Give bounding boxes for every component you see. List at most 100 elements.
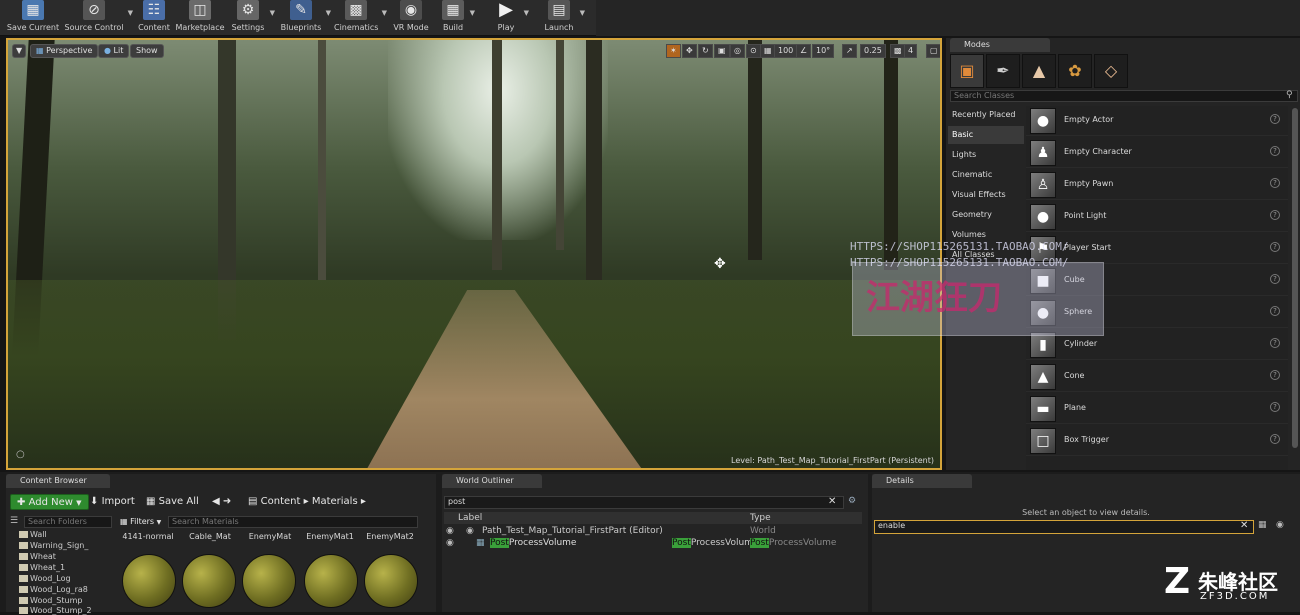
tab-content-browser[interactable]: Content Browser bbox=[6, 474, 110, 488]
viewport-options-button[interactable]: ▼ bbox=[12, 44, 27, 58]
actor-box-trigger[interactable]: □ Box Trigger? bbox=[1026, 426, 1288, 456]
folder-item[interactable]: Wheat_1 bbox=[18, 563, 65, 572]
rotation-snap-value[interactable]: 10° bbox=[812, 44, 835, 58]
camera-speed-value[interactable]: 4 bbox=[904, 44, 918, 58]
grid-snap-value[interactable]: 100 bbox=[774, 44, 798, 58]
search-classes-input[interactable]: Search Classes bbox=[950, 90, 1298, 102]
visibility-options-icon[interactable]: ◉ bbox=[1276, 520, 1284, 530]
save-current-button[interactable]: ▦ Save Current bbox=[6, 0, 60, 34]
vr-mode-button[interactable]: ◉ VR Mode bbox=[392, 0, 430, 34]
chevron-down-icon[interactable]: ▼ bbox=[382, 9, 387, 17]
nav-back-forward[interactable]: ◀ ➜ bbox=[212, 494, 231, 510]
chevron-down-icon[interactable]: ▼ bbox=[128, 9, 133, 17]
folder-item[interactable]: Wood_Log bbox=[19, 574, 71, 583]
chevron-down-icon[interactable]: ▼ bbox=[580, 9, 585, 17]
geometry-mode-icon[interactable]: ◇ bbox=[1094, 54, 1128, 88]
scale-snap-icon[interactable]: ↗ bbox=[842, 44, 857, 58]
help-icon[interactable]: ? bbox=[1270, 434, 1280, 444]
save-all-button[interactable]: ▦ Save All bbox=[146, 494, 199, 510]
world-local-icon[interactable]: ◎ bbox=[730, 44, 745, 58]
category-visual-effects[interactable]: Visual Effects bbox=[948, 186, 1024, 204]
help-icon[interactable]: ? bbox=[1270, 114, 1280, 124]
actor-list-scrollbar[interactable] bbox=[1292, 108, 1298, 448]
outliner-search-input[interactable]: post bbox=[444, 496, 844, 509]
search-folders-input[interactable]: Search Folders bbox=[24, 516, 112, 528]
breadcrumb-materials[interactable]: Materials bbox=[312, 496, 358, 507]
category-cinematic[interactable]: Cinematic bbox=[948, 166, 1024, 184]
material-thumbnail[interactable] bbox=[304, 554, 358, 608]
build-button[interactable]: ▦ Build ▼ bbox=[440, 0, 475, 34]
rotate-icon[interactable]: ↻ bbox=[698, 44, 713, 58]
outliner-row-postprocess[interactable]: ◉ ▦ PostProcessVolume PostProcessVolume … bbox=[444, 538, 862, 550]
chevron-down-icon[interactable]: ▼ bbox=[270, 9, 275, 17]
help-icon[interactable]: ? bbox=[1270, 242, 1280, 252]
rotation-snap-icon[interactable]: ∠ bbox=[796, 44, 812, 58]
clear-search-icon[interactable]: ✕ bbox=[828, 496, 836, 507]
help-icon[interactable]: ? bbox=[1270, 210, 1280, 220]
translate-icon[interactable]: ✥ bbox=[682, 44, 697, 58]
marketplace-button[interactable]: ◫ Marketplace bbox=[174, 0, 226, 34]
chevron-down-icon[interactable]: ▼ bbox=[326, 9, 331, 17]
folder-item[interactable]: Wood_Stump_2 bbox=[19, 606, 92, 615]
blueprints-button[interactable]: ✎ Blueprints ▼ bbox=[280, 0, 331, 34]
grid-view-icon[interactable]: ▦ bbox=[1258, 520, 1267, 530]
paint-mode-icon[interactable]: ✒ bbox=[986, 54, 1020, 88]
scale-icon[interactable]: ▣ bbox=[714, 44, 730, 58]
help-icon[interactable]: ? bbox=[1270, 146, 1280, 156]
category-lights[interactable]: Lights bbox=[948, 146, 1024, 164]
folder-item[interactable]: Wall bbox=[19, 530, 47, 539]
cinematics-button[interactable]: ▩ Cinematics ▼ bbox=[334, 0, 387, 34]
help-icon[interactable]: ? bbox=[1270, 370, 1280, 380]
eye-icon[interactable]: ◉ bbox=[446, 538, 454, 548]
folder-item[interactable]: Wood_Stump bbox=[18, 596, 82, 605]
play-button[interactable]: ▶ Play ▼ bbox=[492, 0, 529, 34]
place-mode-icon[interactable]: ▣ bbox=[950, 54, 984, 88]
actor-plane[interactable]: ▬ Plane? bbox=[1026, 394, 1288, 424]
actor-point-light[interactable]: ● Point Light? bbox=[1026, 202, 1288, 232]
help-icon[interactable]: ? bbox=[1270, 274, 1280, 284]
source-control-button[interactable]: ⊘ Source Control ▼ bbox=[64, 0, 133, 34]
folder-item[interactable]: Warning_Sign_ bbox=[18, 541, 88, 550]
level-viewport[interactable]: ▼ ▦ Perspective ● Lit Show ✶ ✥ ↻ ▣ ◎ ⊙ ▦… bbox=[6, 38, 942, 470]
tab-world-outliner[interactable]: World Outliner bbox=[442, 474, 542, 488]
content-button[interactable]: ☷ Content bbox=[136, 0, 172, 34]
surface-snap-icon[interactable]: ⊙ bbox=[746, 44, 761, 58]
help-icon[interactable]: ? bbox=[1270, 178, 1280, 188]
breadcrumb-content[interactable]: Content bbox=[261, 496, 301, 507]
actor-empty-character[interactable]: ♟ Empty Character? bbox=[1026, 138, 1288, 168]
category-recently-placed[interactable]: Recently Placed bbox=[948, 106, 1024, 124]
folder-item[interactable]: Wood_Log_ra8 bbox=[19, 585, 88, 594]
realtime-toggle-icon[interactable]: ✶ bbox=[666, 44, 681, 58]
category-geometry[interactable]: Geometry bbox=[948, 206, 1024, 224]
forward-arrow-icon[interactable]: ➜ bbox=[223, 496, 231, 507]
help-icon[interactable]: ? bbox=[1270, 402, 1280, 412]
material-thumbnail[interactable] bbox=[122, 554, 176, 608]
details-search-input[interactable]: enable bbox=[874, 520, 1254, 534]
material-thumbnail[interactable] bbox=[364, 554, 418, 608]
eye-icon[interactable]: ◉ bbox=[446, 526, 454, 536]
maximize-viewport-icon[interactable]: ▢ bbox=[926, 44, 940, 58]
category-basic[interactable]: Basic bbox=[948, 126, 1024, 144]
filters-button[interactable]: ▦ Filters ▼ bbox=[120, 514, 161, 530]
actor-empty-actor[interactable]: ● Empty Actor? bbox=[1026, 106, 1288, 136]
search-materials-input[interactable]: Search Materials bbox=[168, 516, 418, 528]
foliage-mode-icon[interactable]: ✿ bbox=[1058, 54, 1092, 88]
material-thumbnail[interactable] bbox=[242, 554, 296, 608]
settings-button[interactable]: ⚙ Settings ▼ bbox=[230, 0, 275, 34]
view-options-icon[interactable]: ⚙ bbox=[848, 496, 856, 506]
perspective-button[interactable]: ▦ Perspective bbox=[30, 44, 99, 58]
scale-snap-value[interactable]: 0.25 bbox=[860, 44, 886, 58]
tab-modes[interactable]: Modes bbox=[950, 38, 1050, 52]
add-new-button[interactable]: ✚ Add New ▼ bbox=[10, 494, 89, 510]
clear-search-icon[interactable]: ✕ bbox=[1240, 520, 1248, 531]
actor-cone[interactable]: ▲ Cone? bbox=[1026, 362, 1288, 392]
landscape-mode-icon[interactable]: ▲ bbox=[1022, 54, 1056, 88]
tree-toggle-icon[interactable]: ☰ bbox=[10, 516, 18, 526]
material-thumbnail[interactable] bbox=[182, 554, 236, 608]
chevron-down-icon[interactable]: ▼ bbox=[470, 9, 475, 17]
lit-mode-button[interactable]: ● Lit bbox=[98, 44, 130, 58]
column-type[interactable]: Type bbox=[750, 513, 771, 523]
chevron-down-icon[interactable]: ▼ bbox=[524, 9, 529, 17]
launch-button[interactable]: ▤ Launch ▼ bbox=[542, 0, 585, 34]
tab-details[interactable]: Details bbox=[872, 474, 972, 488]
